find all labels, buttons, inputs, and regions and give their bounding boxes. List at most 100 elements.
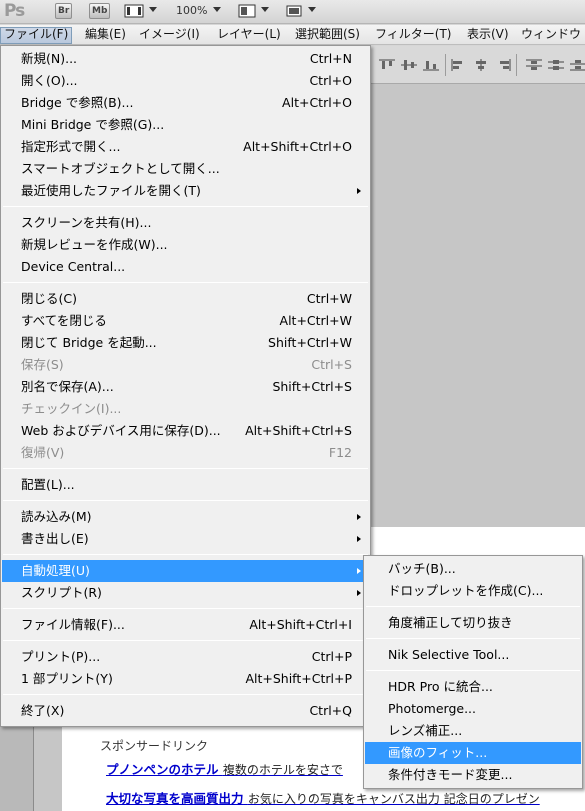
menu-item-browse-in-bridge[interactable]: Bridge で参照(B)... Alt+Ctrl+O: [2, 92, 369, 114]
menu-item-export[interactable]: 書き出し(E): [2, 528, 369, 550]
menu-item-label: Device Central...: [21, 259, 126, 274]
menu-view[interactable]: 表示(V): [464, 27, 512, 44]
menu-item-open-recent[interactable]: 最近使用したファイルを開く(T): [2, 180, 369, 202]
menu-window[interactable]: ウィンドウ: [518, 27, 584, 44]
submenu-item-fit-image[interactable]: 画像のフィット...: [365, 742, 581, 764]
menu-item-close[interactable]: 閉じる(C) Ctrl+W: [2, 288, 369, 310]
menu-file[interactable]: ファイル(F): [0, 27, 73, 44]
menu-item-place[interactable]: 配置(L)...: [2, 474, 369, 496]
menu-item-shortcut: Shift+Ctrl+S: [272, 379, 352, 394]
menu-image[interactable]: イメージ(I): [136, 27, 203, 44]
menu-item-label: 画像のフィット...: [388, 745, 488, 760]
menu-item-label: 新規(N)...: [21, 51, 78, 66]
submenu-item-conditional-mode-change[interactable]: 条件付きモード変更...: [365, 764, 581, 786]
menu-bar: ファイル(F) 編集(E) イメージ(I) レイヤー(L) 選択範囲(S) フィ…: [0, 25, 585, 45]
menu-separator: [3, 500, 368, 501]
automate-submenu: バッチ(B)... ドロップレットを作成(C)... 角度補正して切り抜き Ni…: [363, 555, 583, 789]
distribute-bottom-icon[interactable]: [569, 58, 585, 72]
options-separator: [445, 54, 446, 76]
menu-select[interactable]: 選択範囲(S): [292, 27, 363, 44]
menu-item-file-info[interactable]: ファイル情報(F)... Alt+Shift+Ctrl+I: [2, 614, 369, 636]
menu-item-browse-in-mini-bridge[interactable]: Mini Bridge で参照(G)...: [2, 114, 369, 136]
options-separator: [516, 54, 517, 76]
menu-item-label: ファイル情報(F)...: [21, 617, 125, 632]
submenu-arrow-icon: [357, 536, 361, 542]
menu-item-label: 条件付きモード変更...: [388, 767, 513, 782]
menu-item-open[interactable]: 開く(O)... Ctrl+O: [2, 70, 369, 92]
menu-filter[interactable]: フィルター(T): [372, 27, 454, 44]
menu-item-shortcut: Ctrl+N: [309, 51, 352, 66]
submenu-item-lens-correction[interactable]: レンズ補正...: [365, 720, 581, 742]
menu-item-revert: 復帰(V) F12: [2, 442, 369, 464]
view-extras-dropdown-icon[interactable]: [149, 7, 157, 12]
menu-item-print[interactable]: プリント(P)... Ctrl+P: [2, 646, 369, 668]
zoom-dropdown-icon[interactable]: [213, 7, 221, 12]
menu-item-exit[interactable]: 終了(X) Ctrl+Q: [2, 700, 369, 722]
menu-item-device-central[interactable]: Device Central...: [2, 256, 369, 278]
menu-separator: [3, 640, 368, 641]
menu-separator: [3, 282, 368, 283]
menu-item-print-one-copy[interactable]: 1 部プリント(Y) Alt+Shift+Ctrl+P: [2, 668, 369, 690]
menu-item-label: HDR Pro に統合...: [388, 679, 493, 694]
submenu-item-batch[interactable]: バッチ(B)...: [365, 558, 581, 580]
screen-mode-dropdown-icon[interactable]: [308, 7, 316, 12]
arrange-dropdown-icon[interactable]: [261, 7, 269, 12]
arrange-documents-icon[interactable]: [238, 3, 256, 19]
submenu-item-merge-to-hdr-pro[interactable]: HDR Pro に統合...: [365, 676, 581, 698]
menu-edit[interactable]: 編集(E): [82, 27, 129, 44]
view-extras-icon[interactable]: [124, 3, 144, 19]
submenu-item-photomerge[interactable]: Photomerge...: [365, 698, 581, 720]
menu-layer[interactable]: レイヤー(L): [214, 27, 284, 44]
ad-link[interactable]: 大切な写真を高画質出力 お気に入りの写真をキャンバス出力 記念日のプレゼン: [106, 788, 540, 807]
ad-title[interactable]: 大切な写真を高画質出力: [106, 791, 244, 806]
menu-item-new[interactable]: 新規(N)... Ctrl+N: [2, 48, 369, 70]
menu-item-close-all[interactable]: すべてを閉じる Alt+Ctrl+W: [2, 310, 369, 332]
align-vertical-center-icon[interactable]: [400, 58, 418, 72]
menu-item-close-and-go-to-bridge[interactable]: 閉じて Bridge を起動... Shift+Ctrl+W: [2, 332, 369, 354]
menu-item-shortcut: Alt+Shift+Ctrl+S: [245, 423, 352, 438]
menu-item-label: 閉じて Bridge を起動...: [21, 335, 157, 350]
menu-item-create-review[interactable]: 新規レビューを作成(W)...: [2, 234, 369, 256]
menu-item-open-as[interactable]: 指定形式で開く... Alt+Shift+Ctrl+O: [2, 136, 369, 158]
ad-title[interactable]: プノンペンのホテル: [106, 762, 219, 777]
align-horizontal-center-icon[interactable]: [472, 58, 490, 72]
align-left-icon[interactable]: [450, 58, 468, 72]
menu-item-save-as[interactable]: 別名で保存(A)... Shift+Ctrl+S: [2, 376, 369, 398]
submenu-item-create-droplet[interactable]: ドロップレットを作成(C)...: [365, 580, 581, 602]
menu-separator: [3, 694, 368, 695]
submenu-item-nik-selective-tool[interactable]: Nik Selective Tool...: [365, 644, 581, 666]
menu-item-shortcut: Alt+Shift+Ctrl+I: [249, 617, 352, 632]
launch-mini-bridge-button[interactable]: Mb: [89, 3, 111, 19]
menu-item-label: 読み込み(M): [21, 509, 92, 524]
align-top-icon[interactable]: [378, 58, 396, 72]
distribute-top-icon[interactable]: [525, 58, 543, 72]
menu-item-label: スマートオブジェクトとして開く...: [21, 161, 220, 176]
menu-separator: [3, 554, 368, 555]
menu-item-save: 保存(S) Ctrl+S: [2, 354, 369, 376]
menu-separator: [366, 670, 580, 671]
menu-item-label: 配置(L)...: [21, 477, 75, 492]
menu-item-share-screen[interactable]: スクリーンを共有(H)...: [2, 212, 369, 234]
menu-item-automate[interactable]: 自動処理(U): [2, 560, 369, 582]
photoshop-logo: Ps: [4, 1, 25, 21]
zoom-level[interactable]: 100%: [176, 4, 207, 17]
ad-description: お気に入りの写真をキャンバス出力 記念日のプレゼン: [247, 792, 540, 806]
menu-item-shortcut: F12: [328, 445, 352, 460]
distribute-center-icon[interactable]: [547, 58, 565, 72]
menu-item-label: ドロップレットを作成(C)...: [388, 583, 544, 598]
menu-item-open-as-smart-object[interactable]: スマートオブジェクトとして開く...: [2, 158, 369, 180]
launch-bridge-button[interactable]: Br: [55, 3, 73, 19]
submenu-item-crop-and-straighten[interactable]: 角度補正して切り抜き: [365, 612, 581, 634]
menu-item-shortcut: Ctrl+S: [311, 357, 352, 372]
menu-item-label: レンズ補正...: [388, 723, 463, 738]
menu-item-scripts[interactable]: スクリプト(R): [2, 582, 369, 604]
submenu-arrow-icon: [357, 568, 361, 574]
align-right-icon[interactable]: [494, 58, 512, 72]
screen-mode-icon[interactable]: [285, 3, 303, 19]
ad-link[interactable]: プノンペンのホテル 複数のホテルを安さで: [106, 759, 343, 778]
menu-item-import[interactable]: 読み込み(M): [2, 506, 369, 528]
menu-item-shortcut: Ctrl+O: [309, 73, 352, 88]
menu-item-label: Web およびデバイス用に保存(D)...: [21, 423, 221, 438]
menu-item-save-for-web[interactable]: Web およびデバイス用に保存(D)... Alt+Shift+Ctrl+S: [2, 420, 369, 442]
align-bottom-icon[interactable]: [422, 58, 440, 72]
